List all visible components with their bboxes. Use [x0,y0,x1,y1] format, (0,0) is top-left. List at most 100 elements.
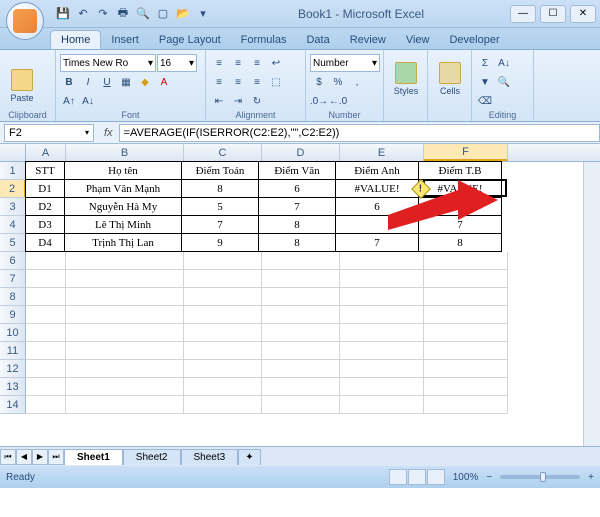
cell-C12[interactable] [184,360,262,378]
cell-A3[interactable]: D2 [25,197,65,216]
cell-A11[interactable] [26,342,66,360]
vertical-scrollbar[interactable] [583,162,600,446]
cell-C7[interactable] [184,270,262,288]
cell-D2[interactable]: 6 [258,179,336,198]
zoom-slider[interactable] [500,475,580,479]
cell-E11[interactable] [340,342,424,360]
column-header-D[interactable]: D [262,144,340,161]
preview-icon[interactable]: 🔍 [134,5,152,23]
close-button[interactable]: ✕ [570,5,596,23]
font-name-combo[interactable]: Times New Ro▾ [60,54,156,72]
save-icon[interactable]: 💾 [54,5,72,23]
cell-A4[interactable]: D3 [25,215,65,234]
zoom-level[interactable]: 100% [453,472,479,483]
indent-dec-button[interactable]: ⇤ [210,92,228,110]
cell-D9[interactable] [262,306,340,324]
cell-A1[interactable]: STT [25,161,65,180]
zoom-in-button[interactable]: + [588,472,594,483]
font-color-button[interactable]: A [155,73,173,91]
grow-font-button[interactable]: A↑ [60,92,78,110]
cell-C8[interactable] [184,288,262,306]
cell-E12[interactable] [340,360,424,378]
qat-more-icon[interactable]: ▾ [194,5,212,23]
tab-page-layout[interactable]: Page Layout [149,31,231,49]
inc-decimal-button[interactable]: .0→ [310,92,328,110]
tab-data[interactable]: Data [296,31,339,49]
formula-input[interactable]: =AVERAGE(IF(ISERROR(C2:E2),"",C2:E2)) [119,124,600,142]
new-icon[interactable]: ▢ [154,5,172,23]
row-header-10[interactable]: 10 [0,324,26,342]
sheet-tab-3[interactable]: Sheet3 [181,449,239,465]
tab-formulas[interactable]: Formulas [231,31,297,49]
cell-D3[interactable]: 7 [258,197,336,216]
view-normal-button[interactable] [389,469,407,485]
wrap-text-button[interactable]: ↩ [267,54,285,72]
view-break-button[interactable] [427,469,445,485]
view-layout-button[interactable] [408,469,426,485]
number-format-combo[interactable]: Number▾ [310,54,380,72]
open-icon[interactable]: 📂 [174,5,192,23]
row-header-14[interactable]: 14 [0,396,26,414]
cell-A2[interactable]: D1 [25,179,65,198]
cell-B9[interactable] [66,306,184,324]
cell-B11[interactable] [66,342,184,360]
cell-D11[interactable] [262,342,340,360]
cell-F14[interactable] [424,396,508,414]
sort-button[interactable]: A↓ [495,54,513,72]
fx-icon[interactable]: fx [98,127,119,139]
row-header-2[interactable]: 2 [0,180,26,198]
tab-review[interactable]: Review [340,31,396,49]
tab-view[interactable]: View [396,31,440,49]
new-sheet-button[interactable]: ✦ [238,449,260,465]
column-header-B[interactable]: B [66,144,184,161]
cell-A12[interactable] [26,360,66,378]
name-box[interactable]: F2▾ [4,124,94,142]
cell-C11[interactable] [184,342,262,360]
undo-icon[interactable]: ↶ [74,5,92,23]
cell-F13[interactable] [424,378,508,396]
cell-B13[interactable] [66,378,184,396]
cell-C1[interactable]: Điểm Toán [181,161,259,180]
currency-button[interactable]: $ [310,73,328,91]
sheet-nav-first[interactable]: ⏮ [0,449,16,465]
shrink-font-button[interactable]: A↓ [79,92,97,110]
fill-button[interactable]: ▼ [476,73,494,91]
align-bottom-button[interactable]: ≡ [248,54,266,72]
sheet-nav-next[interactable]: ▶ [32,449,48,465]
dec-decimal-button[interactable]: ←.0 [329,92,347,110]
cell-C3[interactable]: 5 [181,197,259,216]
cell-F6[interactable] [424,252,508,270]
cells-area[interactable]: STTHọ tênĐiểm ToánĐiểm VănĐiểm AnhĐiểm T… [26,162,600,414]
cell-A7[interactable] [26,270,66,288]
row-header-5[interactable]: 5 [0,234,26,252]
cell-B12[interactable] [66,360,184,378]
cell-A14[interactable] [26,396,66,414]
row-header-8[interactable]: 8 [0,288,26,306]
italic-button[interactable]: I [79,73,97,91]
quickprint-icon[interactable]: 🖶 [114,5,132,23]
cell-B8[interactable] [66,288,184,306]
cell-A6[interactable] [26,252,66,270]
align-top-button[interactable]: ≡ [210,54,228,72]
orientation-button[interactable]: ↻ [248,92,266,110]
cell-C6[interactable] [184,252,262,270]
row-header-7[interactable]: 7 [0,270,26,288]
row-header-4[interactable]: 4 [0,216,26,234]
paste-button[interactable]: Paste [4,59,40,113]
align-left-button[interactable]: ≡ [210,73,228,91]
cell-B7[interactable] [66,270,184,288]
zoom-out-button[interactable]: − [486,472,492,483]
align-right-button[interactable]: ≡ [248,73,266,91]
cell-D10[interactable] [262,324,340,342]
cell-B5[interactable]: Trịnh Thị Lan [64,233,182,252]
row-header-12[interactable]: 12 [0,360,26,378]
row-header-11[interactable]: 11 [0,342,26,360]
tab-insert[interactable]: Insert [101,31,149,49]
indent-inc-button[interactable]: ⇥ [229,92,247,110]
cell-A10[interactable] [26,324,66,342]
cell-A5[interactable]: D4 [25,233,65,252]
cell-F7[interactable] [424,270,508,288]
cell-E7[interactable] [340,270,424,288]
cell-D12[interactable] [262,360,340,378]
font-size-combo[interactable]: 16▾ [157,54,197,72]
